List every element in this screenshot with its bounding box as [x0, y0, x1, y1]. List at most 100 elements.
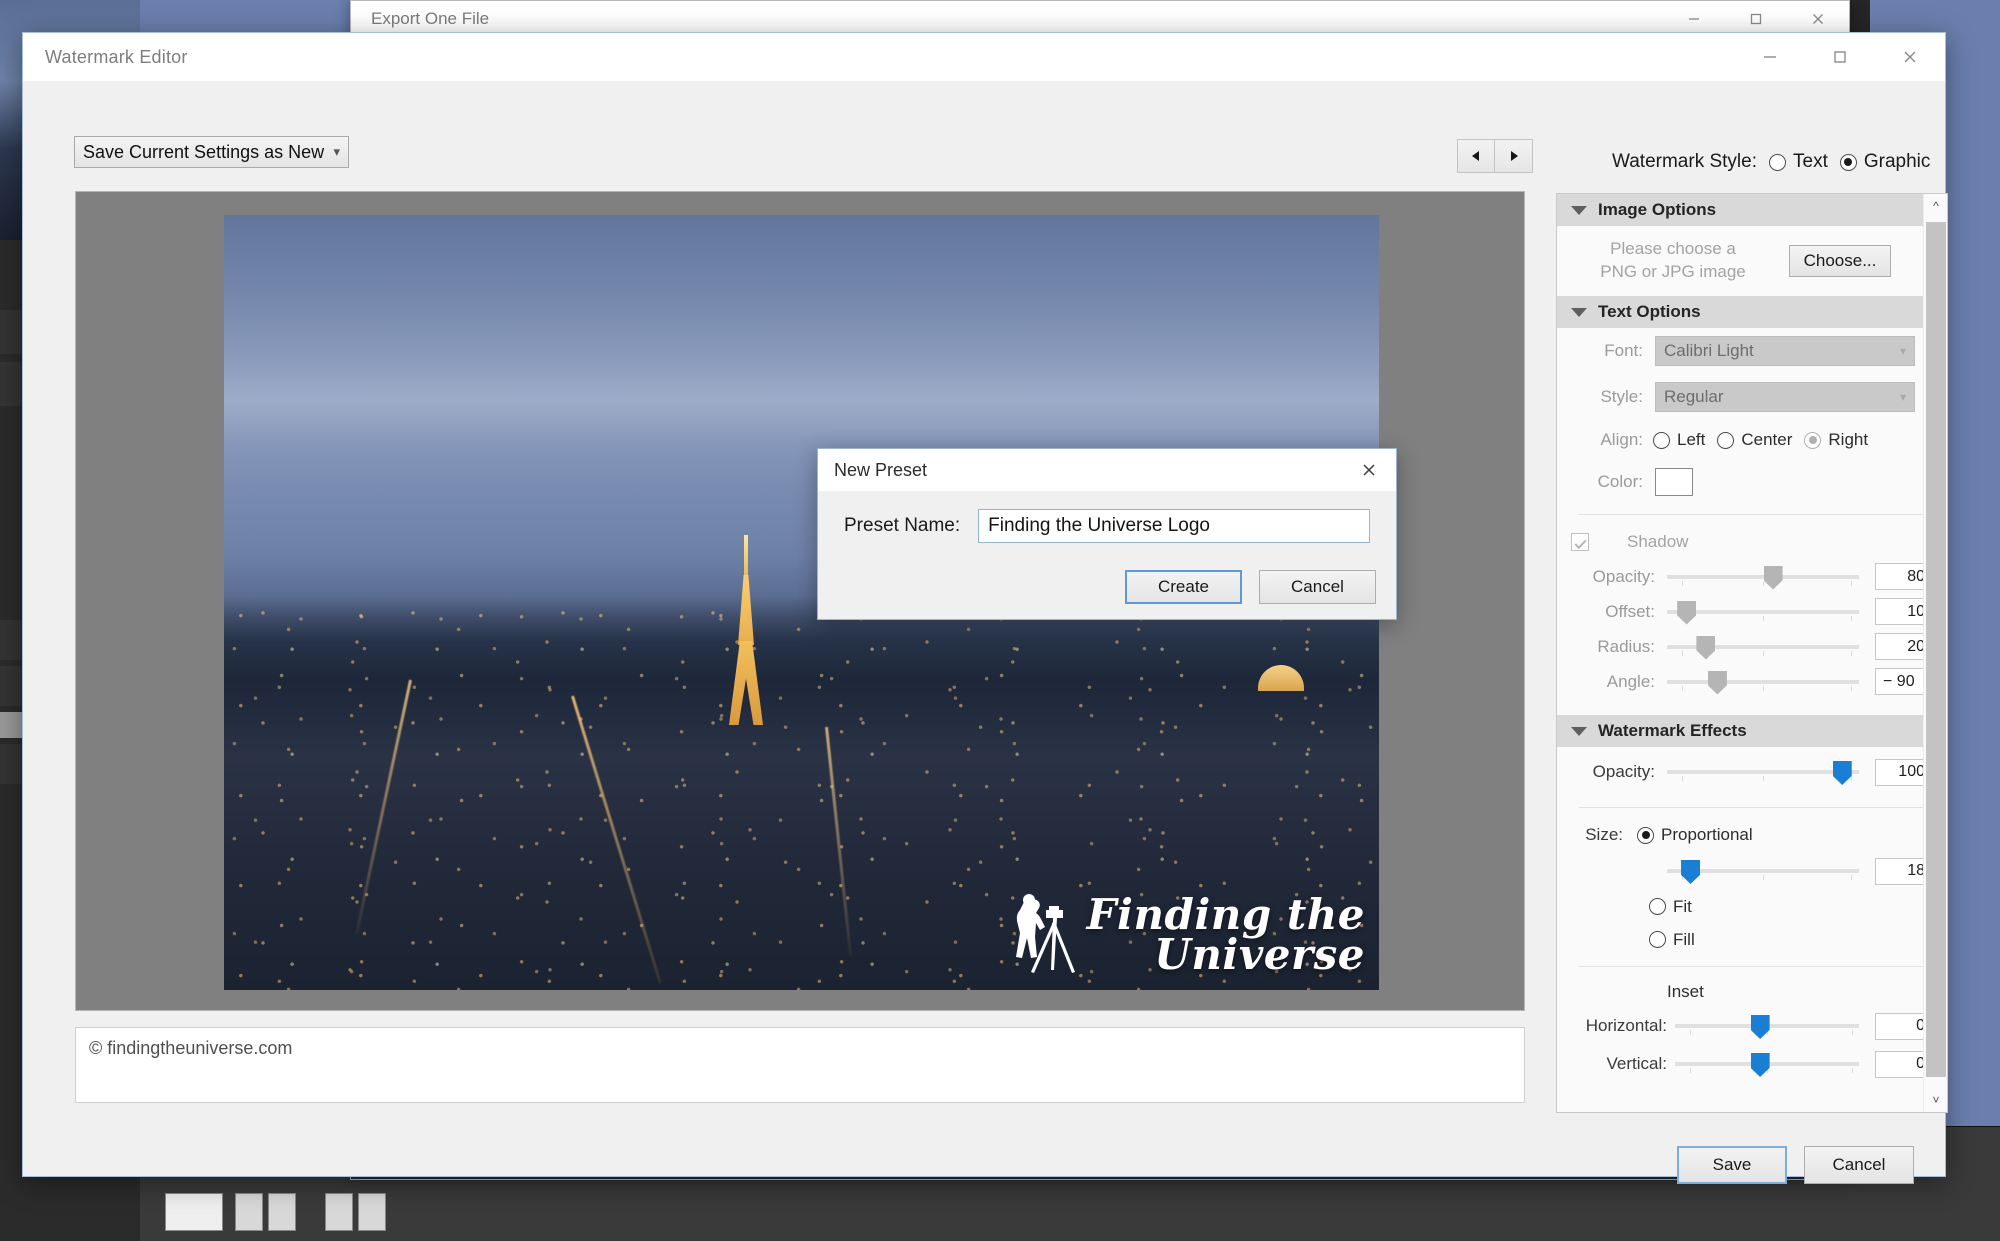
- preset-name-input[interactable]: Finding the Universe Logo: [978, 509, 1370, 543]
- watermark-editor-titlebar: Watermark Editor: [23, 33, 1945, 81]
- slider-thumb[interactable]: [1751, 1015, 1770, 1039]
- size-option-proportional[interactable]: Proportional: [1661, 825, 1753, 845]
- section-image-options[interactable]: Image Options: [1557, 194, 1947, 226]
- align-label: Align:: [1571, 430, 1643, 450]
- radio-align-left[interactable]: [1653, 432, 1670, 449]
- close-icon[interactable]: [1342, 449, 1396, 491]
- shadow-checkbox[interactable]: [1571, 533, 1589, 551]
- watermark-style-group: Watermark Style: Text Graphic: [1612, 151, 1930, 173]
- font-label: Font:: [1571, 341, 1643, 361]
- maximize-icon[interactable]: [1805, 33, 1875, 81]
- image-options-hint: Please choose a PNG or JPG image: [1557, 238, 1789, 284]
- preset-name-label: Preset Name:: [844, 515, 960, 537]
- cancel-button[interactable]: Cancel: [1259, 570, 1376, 604]
- minimize-icon[interactable]: [1735, 33, 1805, 81]
- slider-thumb[interactable]: [1708, 671, 1727, 695]
- slider-thumb[interactable]: [1751, 1053, 1770, 1077]
- radio-size-fill[interactable]: [1649, 931, 1666, 948]
- watermark-style-option-graphic[interactable]: Graphic: [1864, 151, 1931, 173]
- align-option-center[interactable]: Center: [1741, 430, 1792, 450]
- effects-opacity-slider[interactable]: [1667, 763, 1859, 781]
- watermark-text: Finding the Universe: [1087, 895, 1365, 976]
- radio-size-proportional[interactable]: [1637, 827, 1654, 844]
- slider-thumb[interactable]: [1696, 636, 1715, 660]
- align-option-left[interactable]: Left: [1677, 430, 1705, 450]
- shadow-angle-row: Angle: − 90: [1557, 664, 1947, 699]
- size-fill-row: Fill: [1557, 923, 1947, 956]
- scrollbar-thumb[interactable]: [1926, 222, 1946, 1077]
- image-options-body: Please choose a PNG or JPG image Choose.…: [1557, 226, 1947, 296]
- watermark-style-option-text[interactable]: Text: [1793, 151, 1828, 173]
- inset-vertical-row: Vertical: 0: [1557, 1045, 1947, 1083]
- slider-ticks: [1667, 776, 1859, 781]
- size-option-fit[interactable]: Fit: [1673, 897, 1692, 917]
- radio-watermark-style-text[interactable]: [1769, 154, 1786, 171]
- filmstrip-thumbnail[interactable]: [358, 1193, 386, 1231]
- section-watermark-effects[interactable]: Watermark Effects: [1557, 715, 1947, 747]
- radio-size-fit[interactable]: [1649, 898, 1666, 915]
- shadow-angle-slider[interactable]: [1667, 673, 1859, 691]
- new-preset-title: New Preset: [834, 460, 927, 481]
- shadow-offset-slider[interactable]: [1667, 603, 1859, 621]
- preset-dropdown[interactable]: Save Current Settings as New ▾: [74, 136, 349, 168]
- slider-thumb[interactable]: [1677, 601, 1696, 625]
- inset-horizontal-slider[interactable]: [1675, 1017, 1859, 1035]
- filmstrip-thumbnail[interactable]: [268, 1193, 296, 1231]
- slider-ticks: [1667, 651, 1859, 656]
- divider: [1579, 966, 1925, 967]
- style-select[interactable]: Regular ▾: [1655, 382, 1915, 412]
- inset-horizontal-row: Horizontal: 0: [1557, 1007, 1947, 1045]
- shadow-opacity-label: Opacity:: [1571, 567, 1655, 587]
- cancel-button[interactable]: Cancel: [1804, 1146, 1914, 1184]
- options-panel-scrollbar[interactable]: ^ ˅: [1923, 194, 1947, 1112]
- slider-thumb[interactable]: [1764, 566, 1783, 590]
- create-button[interactable]: Create: [1125, 570, 1242, 604]
- caret-down-icon: [1571, 206, 1587, 215]
- watermark-editor-window-controls: [1735, 33, 1945, 81]
- align-row: Align: Left Center Right: [1557, 420, 1947, 460]
- caret-down-icon: [1571, 308, 1587, 317]
- filmstrip-thumbnail[interactable]: [235, 1193, 263, 1231]
- watermark-options-panel: Image Options Please choose a PNG or JPG…: [1556, 193, 1948, 1113]
- radio-watermark-style-graphic[interactable]: [1840, 154, 1857, 171]
- slider-track: [1667, 770, 1859, 774]
- chevron-down-icon[interactable]: ˅: [1924, 1088, 1948, 1112]
- style-row: Style: Regular ▾: [1557, 374, 1947, 420]
- chevron-down-icon: ▾: [333, 144, 340, 160]
- filmstrip-thumbnail[interactable]: [165, 1193, 223, 1231]
- shadow-row: Shadow: [1557, 525, 1947, 559]
- slider-ticks: [1667, 616, 1859, 621]
- new-preset-titlebar: New Preset: [818, 449, 1396, 491]
- size-fit-row: Fit: [1557, 890, 1947, 923]
- size-slider[interactable]: [1667, 862, 1859, 880]
- watermark-text-input[interactable]: © findingtheuniverse.com: [75, 1027, 1525, 1103]
- font-select[interactable]: Calibri Light ▾: [1655, 336, 1915, 366]
- filmstrip-thumbnail[interactable]: [325, 1193, 353, 1231]
- watermark-style-label: Watermark Style:: [1612, 151, 1757, 173]
- color-swatch[interactable]: [1655, 468, 1693, 496]
- align-option-right[interactable]: Right: [1828, 430, 1868, 450]
- watermark-overlay: Finding the Universe: [1005, 892, 1365, 978]
- next-photo-button[interactable]: [1495, 139, 1533, 173]
- eiffel-tower: [729, 535, 763, 725]
- close-icon[interactable]: [1875, 33, 1945, 81]
- new-preset-dialog: New Preset Preset Name: Finding the Univ…: [817, 448, 1397, 620]
- section-text-options[interactable]: Text Options: [1557, 296, 1947, 328]
- previous-photo-button[interactable]: [1457, 139, 1495, 173]
- radio-align-right[interactable]: [1804, 432, 1821, 449]
- shadow-radius-slider[interactable]: [1667, 638, 1859, 656]
- save-button[interactable]: Save: [1677, 1146, 1787, 1184]
- eiffel-tower-spire: [744, 535, 748, 577]
- font-row: Font: Calibri Light ▾: [1557, 328, 1947, 374]
- inset-label: Inset: [1667, 982, 1704, 1002]
- shadow-opacity-slider[interactable]: [1667, 568, 1859, 586]
- slider-thumb[interactable]: [1833, 761, 1852, 785]
- slider-track: [1667, 680, 1859, 684]
- choose-image-button[interactable]: Choose...: [1789, 245, 1891, 277]
- preset-name-row: Preset Name: Finding the Universe Logo: [818, 509, 1396, 543]
- chevron-up-icon[interactable]: ^: [1924, 194, 1948, 218]
- inset-vertical-slider[interactable]: [1675, 1055, 1859, 1073]
- slider-thumb[interactable]: [1681, 860, 1700, 884]
- radio-align-center[interactable]: [1717, 432, 1734, 449]
- size-option-fill[interactable]: Fill: [1673, 930, 1695, 950]
